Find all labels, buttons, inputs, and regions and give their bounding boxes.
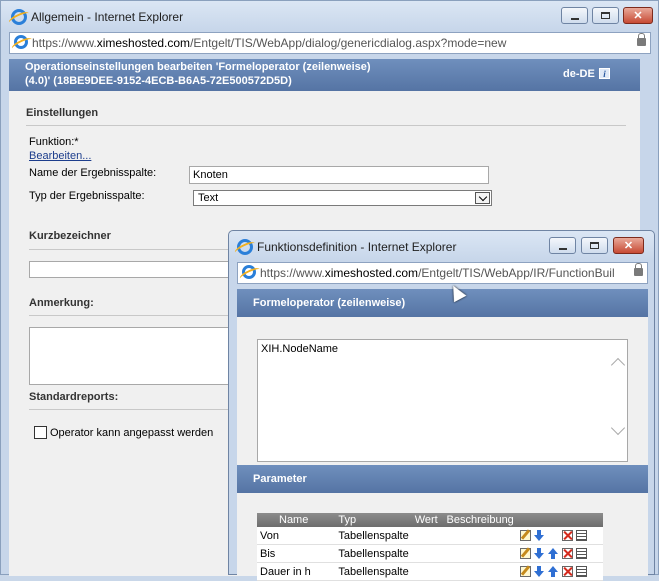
maximize-button[interactable] <box>581 237 608 254</box>
formula-header: Formeloperator (zeilenweise) <box>237 289 648 317</box>
edit-function-link[interactable]: Bearbeiten... <box>29 150 91 162</box>
move-up-icon[interactable] <box>547 566 559 578</box>
delete-icon[interactable] <box>561 548 573 560</box>
formula-textarea[interactable]: XIH.NodeName <box>257 339 628 462</box>
language-label: de-DE <box>563 68 595 80</box>
main-address-bar[interactable]: https://www.ximeshosted.com/Entgelt/TIS/… <box>9 32 651 54</box>
col-description[interactable]: Beschreibung <box>443 513 517 527</box>
short-id-section-title: Kurzbezeichner <box>29 230 111 242</box>
param-value <box>411 527 444 545</box>
param-type: Tabellenspalte <box>335 544 412 563</box>
move-up-icon[interactable] <box>547 548 559 560</box>
result-type-label: Typ der Ergebnisspalte: <box>29 190 145 202</box>
param-name: Dauer in h <box>257 562 336 581</box>
std-reports-section-title: Standardreports: <box>29 391 119 403</box>
edit-icon[interactable] <box>519 566 531 578</box>
settings-section-title: Einstellungen <box>26 107 99 119</box>
param-name: Von <box>257 527 336 545</box>
result-name-input[interactable]: Knoten <box>189 166 489 184</box>
empty-slot <box>548 530 559 541</box>
edit-icon[interactable] <box>519 530 531 542</box>
table-row[interactable]: Dauer in h Tabellenspalte <box>257 562 603 581</box>
dialog-content: Formeloperator (zeilenweise) XIH.NodeNam… <box>237 289 648 581</box>
param-description <box>443 544 517 563</box>
page-ie-icon <box>242 265 256 279</box>
customizable-label: Operator kann angepasst werden <box>50 427 214 439</box>
page-ie-icon <box>14 35 28 49</box>
maximize-button[interactable] <box>592 7 619 24</box>
result-type-select[interactable]: Text <box>193 190 492 206</box>
formula-text: XIH.NodeName <box>261 343 339 355</box>
row-actions <box>516 544 603 563</box>
param-value <box>411 544 444 563</box>
move-down-icon[interactable] <box>533 548 545 560</box>
function-label: Funktion:* <box>29 136 79 148</box>
list-icon[interactable] <box>575 548 587 560</box>
move-down-icon[interactable] <box>533 566 545 578</box>
param-name: Bis <box>257 544 336 563</box>
function-definition-window: Funktionsdefinition - Internet Explorer … <box>228 230 655 581</box>
ie-logo-icon <box>237 239 253 255</box>
move-down-icon[interactable] <box>533 530 545 542</box>
row-actions <box>516 562 603 581</box>
col-type[interactable]: Typ <box>335 513 412 527</box>
operation-header: Operationseinstellungen bearbeiten 'Form… <box>9 59 640 91</box>
delete-icon[interactable] <box>561 530 573 542</box>
dialog-address-bar[interactable]: https://www.ximeshosted.com/Entgelt/TIS/… <box>237 262 648 284</box>
param-value <box>411 562 444 581</box>
dialog-window-title: Funktionsdefinition - Internet Explorer <box>257 240 457 254</box>
param-type: Tabellenspalte <box>335 562 412 581</box>
list-icon[interactable] <box>575 566 587 578</box>
customizable-checkbox[interactable] <box>34 426 47 439</box>
param-type: Tabellenspalte <box>335 527 412 545</box>
info-icon[interactable]: i <box>599 68 610 79</box>
lock-icon <box>637 33 646 46</box>
lock-icon <box>634 263 643 276</box>
table-row[interactable]: Von Tabellenspalte <box>257 527 603 545</box>
parameter-header-label: Parameter <box>253 473 307 485</box>
main-url[interactable]: https://www.ximeshosted.com/Entgelt/TIS/… <box>32 36 506 50</box>
col-name[interactable]: Name <box>257 513 336 527</box>
minimize-button[interactable] <box>561 7 588 24</box>
col-actions <box>516 513 603 527</box>
result-name-label: Name der Ergebnisspalte: <box>29 167 157 179</box>
edit-icon[interactable] <box>519 548 531 560</box>
parameter-table: Name Typ Wert Beschreibung Von Tabellens… <box>257 513 603 581</box>
operation-title-line1: Operationseinstellungen bearbeiten 'Form… <box>25 61 371 73</box>
list-icon[interactable] <box>575 530 587 542</box>
param-description <box>443 562 517 581</box>
remark-section-title: Anmerkung: <box>29 297 94 309</box>
row-actions <box>516 527 603 545</box>
chevron-down-icon[interactable] <box>475 192 490 204</box>
delete-icon[interactable] <box>561 566 573 578</box>
minimize-button[interactable] <box>549 237 576 254</box>
close-button[interactable]: ✕ <box>623 7 653 24</box>
main-window-title: Allgemein - Internet Explorer <box>31 10 184 24</box>
close-button[interactable]: ✕ <box>613 237 644 254</box>
col-value[interactable]: Wert <box>411 513 444 527</box>
result-type-value: Text <box>198 192 219 204</box>
param-description <box>443 527 517 545</box>
ie-logo-icon <box>11 9 27 25</box>
dialog-titlebar[interactable]: Funktionsdefinition - Internet Explorer … <box>229 231 654 261</box>
table-row[interactable]: Bis Tabellenspalte <box>257 544 603 563</box>
main-titlebar[interactable]: Allgemein - Internet Explorer ✕ <box>1 1 658 31</box>
dialog-url[interactable]: https://www.ximeshosted.com/Entgelt/TIS/… <box>260 266 615 280</box>
parameter-header: Parameter <box>237 465 648 493</box>
scroll-up-icon[interactable] <box>610 357 626 373</box>
divider <box>26 125 626 126</box>
operation-title-line2: (4.0)' (18BE9DEE-9152-4ECB-B6A5-72E50057… <box>25 75 292 87</box>
scroll-down-icon[interactable] <box>610 420 626 436</box>
formula-header-label: Formeloperator (zeilenweise) <box>253 297 406 309</box>
